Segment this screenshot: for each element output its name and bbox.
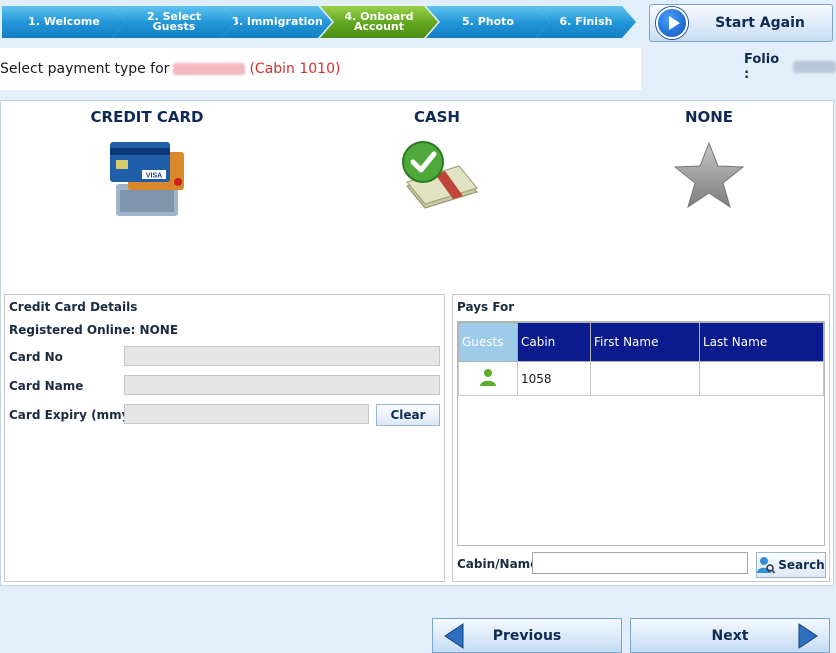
search-button[interactable]: Search (756, 552, 826, 578)
last-name-cell (699, 361, 824, 396)
card-expiry-field[interactable] (124, 404, 369, 424)
payment-option-none[interactable]: NONE (644, 108, 774, 238)
payment-option-credit-card[interactable]: CREDIT CARD VISA (80, 108, 214, 238)
card-name-label: Card Name (9, 379, 84, 393)
cash-icon (402, 141, 478, 209)
pays-for-table: Guests Cabin First Name Last Name 1058 (458, 322, 824, 396)
credit-card-details-title: Credit Card Details (9, 300, 138, 314)
cabin-cell: 1058 (517, 361, 591, 396)
step-finish[interactable]: 6. Finish (536, 6, 636, 38)
card-expiry-label: Card Expiry (mmyy) (9, 408, 143, 422)
credit-card-icon: VISA (110, 142, 184, 216)
step-label: 3. Immigration (231, 15, 323, 28)
step-label: 6. Finish (559, 15, 613, 28)
user-search-icon (757, 557, 776, 574)
star-icon (673, 141, 745, 209)
table-row[interactable]: 1058 (458, 361, 824, 396)
person-icon (480, 369, 496, 386)
step-label: Account (353, 20, 405, 33)
next-button[interactable]: Next (630, 618, 830, 653)
card-no-label: Card No (9, 350, 63, 364)
folio: Folio : (744, 52, 836, 82)
arrow-left-icon (444, 622, 464, 649)
payment-option-cash[interactable]: CASH (372, 108, 502, 238)
column-header-cabin[interactable]: Cabin (517, 322, 591, 362)
next-label: Next (711, 627, 749, 644)
folio-label: Folio : (744, 52, 780, 82)
first-name-cell (590, 361, 700, 396)
registered-online-text: Registered Online: NONE (9, 323, 179, 337)
arrow-right-icon (798, 622, 818, 649)
column-header-guests[interactable]: Guests (458, 322, 518, 362)
previous-label: Previous (492, 627, 562, 644)
play-icon (656, 7, 688, 39)
search-label: Search (778, 558, 825, 572)
guest-cell (458, 361, 518, 396)
credit-card-details-panel (4, 294, 445, 582)
cabin-name-label: Cabin/Name (457, 557, 539, 571)
step-select-guests[interactable]: 2. Select Guests (112, 6, 236, 38)
step-welcome[interactable]: 1. Welcome (2, 6, 126, 38)
step-photo[interactable]: 5. Photo (426, 6, 550, 38)
column-header-first-name[interactable]: First Name (590, 322, 700, 362)
card-name-field[interactable] (124, 375, 440, 395)
previous-button[interactable]: Previous (432, 618, 622, 653)
credit-card-label: CREDIT CARD (90, 108, 204, 126)
card-no-field[interactable] (124, 346, 440, 366)
payment-prompt: Select payment type for (Cabin 1010) (0, 48, 641, 90)
start-again-button[interactable]: Start Again (649, 4, 833, 42)
step-label: Guests (152, 20, 196, 33)
none-label: NONE (684, 108, 734, 126)
start-again-label: Start Again (715, 15, 805, 31)
pays-for-title: Pays For (457, 300, 515, 314)
step-label: 5. Photo (462, 15, 514, 28)
cash-label: CASH (414, 108, 460, 126)
prompt-text: Select payment type for (0, 61, 170, 77)
svg-text:VISA: VISA (146, 173, 162, 180)
redacted-folio-number (793, 61, 836, 73)
step-label: 1. Welcome (28, 15, 100, 28)
column-header-last-name[interactable]: Last Name (699, 322, 824, 362)
step-onboard-account[interactable]: 4. Onboard Account (320, 6, 438, 38)
cabin-reference: (Cabin 1010) (249, 61, 341, 77)
redacted-guest-name (173, 63, 246, 75)
cabin-name-input[interactable] (532, 552, 748, 574)
step-immigration[interactable]: 3. Immigration (222, 6, 332, 38)
clear-button[interactable]: Clear (376, 404, 440, 426)
